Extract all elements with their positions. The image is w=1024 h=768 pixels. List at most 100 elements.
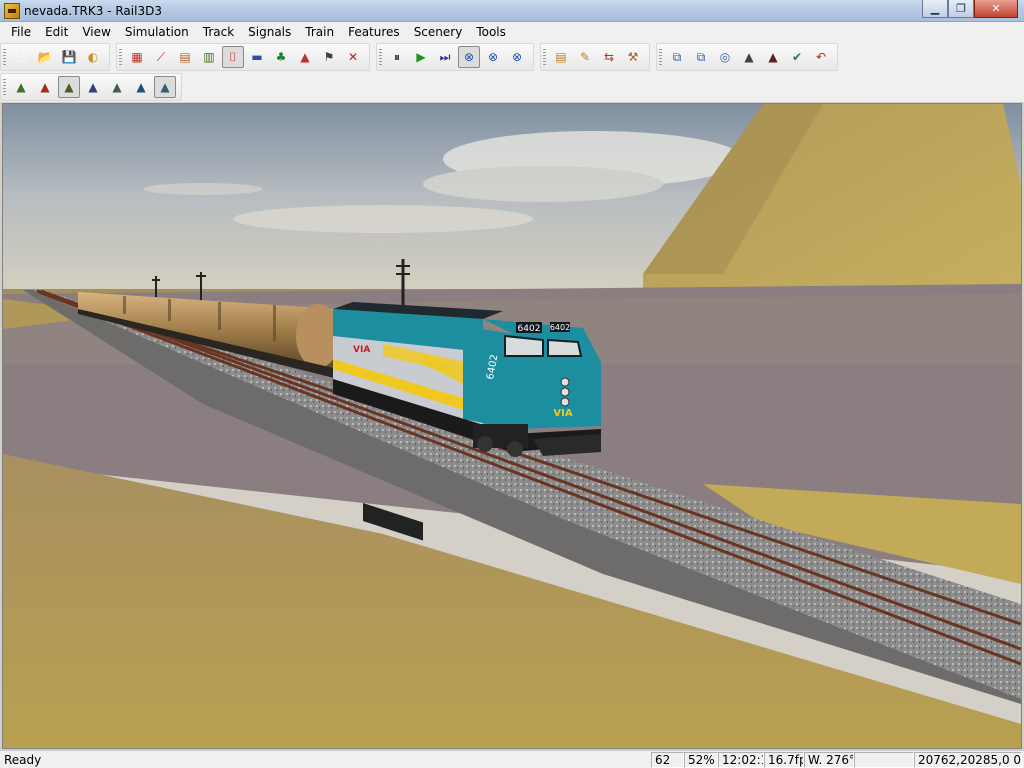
delete-tool-button[interactable]: ✕ — [342, 46, 364, 68]
speed-x2-icon: ⊗ — [487, 50, 499, 64]
toolbar-row-1: 🗋 📂 💾 ◐ ▦ ⟋ ▤ ▥ ⌷ ▬ ♣ ▲ ⚑ ✕ ⏸ ▶ ⏭ ⊗ ⊗ ⊗ ▤ ✎ ⇆ ⚒ ⧉ ⧉ ◎ ▲ ▲ ✔ ↶ — [0, 42, 1024, 72]
tree-tool-icon: ♣ — [275, 50, 287, 64]
terrain-lower-button[interactable]: ▲ — [82, 76, 104, 98]
scene-render[interactable]: 6402 6402 6402 VIA VIA — [3, 104, 1021, 748]
title-bar[interactable]: nevada.TRK3 - Rail3D3 ▁ ❐ ✕ — [0, 0, 1024, 22]
track-tool-2-button[interactable]: ⟋ — [150, 46, 172, 68]
speed-x5-icon: ⊗ — [511, 50, 523, 64]
terrain-add-button[interactable]: ▲ — [10, 76, 32, 98]
edit-timetable-button[interactable]: ✎ — [574, 46, 596, 68]
step-button[interactable]: ⏭ — [434, 46, 456, 68]
status-pane-fps: 16.7fp — [764, 752, 804, 768]
status-pane-coords: 20762,20285,0 0 — [914, 752, 1022, 768]
new-file-button[interactable]: 🗋 — [10, 46, 32, 68]
menu-track[interactable]: Track — [196, 22, 241, 42]
mountain-tool-button[interactable]: ▲ — [738, 46, 760, 68]
speed-x1-icon: ⊗ — [463, 50, 475, 64]
label-tool-icon: ⌷ — [229, 50, 237, 64]
speed-x2-button[interactable]: ⊗ — [482, 46, 504, 68]
camera-3-button[interactable]: ◎ — [714, 46, 736, 68]
edit-timetable-icon: ✎ — [579, 50, 591, 64]
camera-1-button[interactable]: ⧉ — [666, 46, 688, 68]
hammer-button[interactable]: ⚒ — [622, 46, 644, 68]
close-icon[interactable]: ✕ — [974, 0, 1018, 18]
track-tool-3-button[interactable]: ▤ — [174, 46, 196, 68]
scenery-tool-button[interactable]: ▲ — [294, 46, 316, 68]
step-icon: ⏭ — [439, 50, 451, 64]
label-tool-button[interactable]: ⌷ — [222, 46, 244, 68]
menu-simulation[interactable]: Simulation — [118, 22, 196, 42]
window-controls: ▁ ❐ ✕ — [922, 0, 1018, 20]
save-button[interactable]: 💾 — [58, 46, 80, 68]
check-tool-button[interactable]: ✔ — [786, 46, 808, 68]
toolbar-row1-group-3: ⏸ ▶ ⏭ ⊗ ⊗ ⊗ — [376, 43, 534, 71]
train-tool-button[interactable]: ▬ — [246, 46, 268, 68]
toolbar-row1-group-1: 🗋 📂 💾 ◐ — [0, 43, 110, 71]
menu-tools[interactable]: Tools — [469, 22, 513, 42]
terrain-paint-icon: ▲ — [136, 80, 146, 94]
speed-x5-button[interactable]: ⊗ — [506, 46, 528, 68]
check-tool-icon: ✔ — [791, 50, 803, 64]
camera-2-icon: ⧉ — [696, 50, 706, 64]
route-icon: ⇆ — [603, 50, 615, 64]
loco-windshield-right — [547, 338, 583, 357]
track-tool-1-button[interactable]: ▦ — [126, 46, 148, 68]
status-pane-empty — [854, 752, 914, 768]
toolbar-row-2: ▲ ▲ ▲ ▲ ▲ ▲ ▲ — [0, 72, 1024, 102]
terrain-lower-icon: ▲ — [88, 80, 98, 94]
mountain-tool-2-button[interactable]: ▲ — [762, 46, 784, 68]
terrain-delete-icon: ▲ — [40, 80, 50, 94]
speed-x1-button[interactable]: ⊗ — [458, 46, 480, 68]
open-folder-button[interactable]: 📂 — [34, 46, 56, 68]
terrain-paint-button[interactable]: ▲ — [130, 76, 152, 98]
rail3d-app-icon[interactable] — [4, 3, 20, 19]
toolbar-row2-group-1: ▲ ▲ ▲ ▲ ▲ ▲ ▲ — [0, 73, 182, 101]
menu-train[interactable]: Train — [298, 22, 341, 42]
toolbar-row1-group-4: ▤ ✎ ⇆ ⚒ — [540, 43, 650, 71]
pause-button[interactable]: ⏸ — [386, 46, 408, 68]
loco-number-board-2: 6402 — [550, 323, 570, 332]
menu-edit[interactable]: Edit — [38, 22, 75, 42]
toolbar-row1-group-2: ▦ ⟋ ▤ ▥ ⌷ ▬ ♣ ▲ ⚑ ✕ — [116, 43, 370, 71]
terrain-smooth-button[interactable]: ▲ — [106, 76, 128, 98]
track-tool-4-button[interactable]: ▥ — [198, 46, 220, 68]
terrain-add-icon: ▲ — [16, 80, 26, 94]
status-pane-heading: W. 276° — [804, 752, 854, 768]
properties-button[interactable]: ◐ — [82, 46, 104, 68]
maximize-icon[interactable]: ❐ — [948, 0, 974, 18]
menu-signals[interactable]: Signals — [241, 22, 298, 42]
terrain-raise-button[interactable]: ▲ — [58, 76, 80, 98]
undo-button[interactable]: ↶ — [810, 46, 832, 68]
status-pane-percent: 52% — [684, 752, 718, 768]
delete-tool-icon: ✕ — [347, 50, 359, 64]
status-ready-text: Ready — [4, 753, 42, 767]
minimize-icon[interactable]: ▁ — [922, 0, 948, 18]
timetable-button[interactable]: ▤ — [550, 46, 572, 68]
pause-icon: ⏸ — [393, 50, 400, 64]
terrain-raise-icon: ▲ — [64, 80, 74, 94]
menu-view[interactable]: View — [75, 22, 117, 42]
play-button[interactable]: ▶ — [410, 46, 432, 68]
tree-tool-button[interactable]: ♣ — [270, 46, 292, 68]
menu-scenery[interactable]: Scenery — [407, 22, 470, 42]
terrain-delete-button[interactable]: ▲ — [34, 76, 56, 98]
terrain-view-button[interactable]: ▲ — [154, 76, 176, 98]
play-icon: ▶ — [416, 50, 426, 64]
menu-bar: File Edit View Simulation Track Signals … — [0, 22, 1024, 42]
open-folder-icon: 📂 — [37, 50, 53, 64]
camera-2-button[interactable]: ⧉ — [690, 46, 712, 68]
window-title: nevada.TRK3 - Rail3D3 — [24, 4, 162, 18]
status-bar: Ready 62 52% 12:02:12 16.7fp W. 276° 207… — [0, 750, 1024, 768]
signal-tool-button[interactable]: ⚑ — [318, 46, 340, 68]
menu-features[interactable]: Features — [341, 22, 407, 42]
3d-viewport[interactable]: 6402 6402 6402 VIA VIA — [2, 103, 1022, 749]
route-button[interactable]: ⇆ — [598, 46, 620, 68]
loco-windshield-left — [504, 334, 544, 357]
headlight-top — [560, 377, 570, 387]
status-pane-clock: 12:02:12 — [718, 752, 764, 768]
menu-file[interactable]: File — [4, 22, 38, 42]
save-icon: 💾 — [61, 50, 77, 64]
status-pane-count: 62 — [651, 752, 684, 768]
track-tool-4-icon: ▥ — [203, 50, 215, 64]
via-logo-front: VIA — [553, 408, 572, 419]
